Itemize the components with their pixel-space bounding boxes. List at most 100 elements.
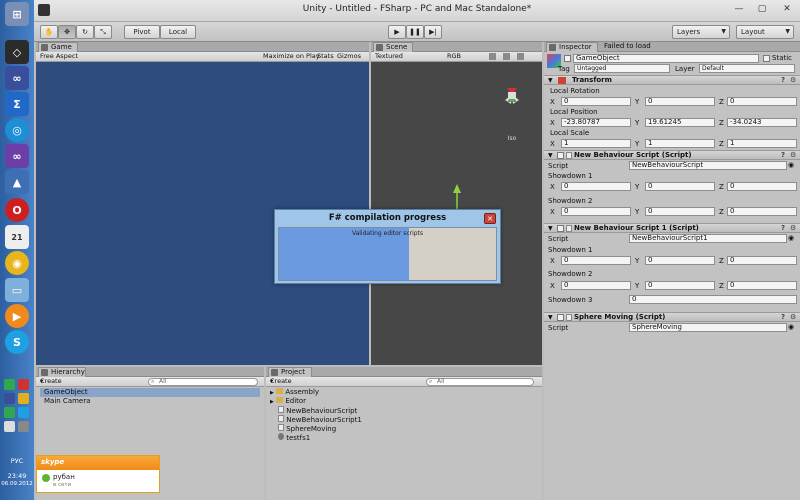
comp1-showdown2-y-field[interactable]: 0 xyxy=(645,207,715,216)
list-item[interactable]: NewBehaviourScript1 xyxy=(270,415,362,424)
visual-studio-icon[interactable]: ∞ xyxy=(5,144,29,168)
close-window-icon[interactable]: ✕ xyxy=(776,2,798,17)
rotation-x-field[interactable]: 0 xyxy=(561,97,631,106)
list-item[interactable]: GameObject xyxy=(40,388,260,397)
aspect-dropdown[interactable]: Free Aspect xyxy=(40,52,78,61)
tab-game[interactable]: Game xyxy=(38,42,78,52)
scale-tool-button[interactable]: ⤡ xyxy=(94,25,112,39)
foldout-arrow-icon[interactable]: ▶ xyxy=(270,390,274,396)
infinity-app-icon[interactable]: ∞ xyxy=(5,66,29,90)
static-checkbox[interactable] xyxy=(763,55,770,62)
help-icon[interactable]: ? xyxy=(781,77,788,84)
active-checkbox[interactable] xyxy=(564,55,571,62)
gizmos-dropdown[interactable]: Gizmos xyxy=(337,52,361,61)
pivot-toggle-button[interactable]: Pivot xyxy=(124,25,160,39)
scene-fx-icon[interactable] xyxy=(517,53,524,60)
rotate-tool-button[interactable]: ↻ xyxy=(76,25,94,39)
foldout-arrow-icon[interactable]: ▼ xyxy=(548,224,553,233)
clock-time[interactable]: 23:49 xyxy=(0,472,34,480)
globe-app-icon[interactable]: ◎ xyxy=(5,118,29,142)
comp2-enabled-checkbox[interactable] xyxy=(557,225,564,232)
object-picker-icon[interactable]: ◉ xyxy=(788,234,794,242)
comp1-showdown1-y-field[interactable]: 0 xyxy=(645,182,715,191)
layers-dropdown[interactable]: Layers ▼ xyxy=(672,25,730,39)
media-player-icon[interactable]: ▶ xyxy=(5,304,29,328)
position-x-field[interactable]: -23.80787 xyxy=(561,118,631,127)
comp2-showdown1-z-field[interactable]: 0 xyxy=(727,256,797,265)
skype-app-icon[interactable]: S xyxy=(5,330,29,354)
stats-toggle[interactable]: Stats xyxy=(317,52,334,61)
pause-button[interactable]: ❚❚ xyxy=(406,25,424,39)
project-search-input[interactable]: ⌕ All xyxy=(426,378,534,386)
rocket-app-icon[interactable]: ▲ xyxy=(5,170,29,194)
tray-shield-icon[interactable] xyxy=(18,393,29,404)
local-toggle-button[interactable]: Local xyxy=(160,25,196,39)
gear-icon[interactable]: ⚙ xyxy=(790,152,797,159)
foldout-arrow-icon[interactable]: ▼ xyxy=(548,313,553,322)
tray-infinity-icon[interactable] xyxy=(4,393,15,404)
foldout-arrow-icon[interactable]: ▼ xyxy=(548,151,553,160)
comp1-enabled-checkbox[interactable] xyxy=(557,152,564,159)
object-picker-icon[interactable]: ◉ xyxy=(788,161,794,169)
comp1-header[interactable]: ▼ New Behaviour Script (Script) ? ⚙ xyxy=(544,150,800,160)
scale-x-field[interactable]: 1 xyxy=(561,139,631,148)
start-orb-icon[interactable]: ⊞ xyxy=(5,2,29,26)
tray-volume-icon[interactable] xyxy=(4,421,15,432)
tab-inspector[interactable]: Inspector xyxy=(546,42,598,52)
tray-network-icon[interactable] xyxy=(4,379,15,390)
comp1-showdown2-x-field[interactable]: 0 xyxy=(561,207,631,216)
input-language[interactable]: РУС xyxy=(0,457,34,465)
layout-dropdown[interactable]: Layout ▼ xyxy=(736,25,794,39)
comp2-showdown3-field[interactable]: 0 xyxy=(629,295,797,304)
tab-hierarchy[interactable]: Hierarchy xyxy=(38,367,86,377)
tab-project[interactable]: Project xyxy=(268,367,312,377)
gear-icon[interactable]: ⚙ xyxy=(790,225,797,232)
comp1-showdown2-z-field[interactable]: 0 xyxy=(727,207,797,216)
list-item[interactable]: SphereMoving xyxy=(270,424,336,433)
foldout-arrow-icon[interactable]: ▶ xyxy=(270,399,274,405)
minimize-icon[interactable]: — xyxy=(728,2,750,17)
gear-icon[interactable]: ⚙ xyxy=(790,314,797,321)
list-item[interactable]: ▶ Assembly xyxy=(270,388,319,397)
comp2-showdown2-x-field[interactable]: 0 xyxy=(561,281,631,290)
help-icon[interactable]: ? xyxy=(781,152,788,159)
tab-scene[interactable]: Scene xyxy=(373,42,413,52)
tray-update-icon[interactable] xyxy=(4,407,15,418)
comp2-showdown1-y-field[interactable]: 0 xyxy=(645,256,715,265)
comp2-showdown1-x-field[interactable]: 0 xyxy=(561,256,631,265)
comp3-script-field[interactable]: SphereMoving xyxy=(629,323,787,332)
foldout-arrow-icon[interactable]: ▼ xyxy=(548,76,553,85)
chrome-icon[interactable]: ◉ xyxy=(5,251,29,275)
transform-header[interactable]: ▼ Transform ? ⚙ xyxy=(544,75,800,85)
comp2-showdown2-z-field[interactable]: 0 xyxy=(727,281,797,290)
list-item[interactable]: Main Camera xyxy=(40,397,90,406)
sigma-app-icon[interactable]: Σ xyxy=(5,92,29,116)
comp1-showdown1-x-field[interactable]: 0 xyxy=(561,182,631,191)
comp2-showdown2-y-field[interactable]: 0 xyxy=(645,281,715,290)
comp2-script-field[interactable]: NewBehaviourScript1 xyxy=(629,234,787,243)
tray-skype-icon[interactable] xyxy=(18,407,29,418)
unity-app-icon[interactable]: ◇ xyxy=(5,40,29,64)
hierarchy-create-dropdown[interactable]: Create ▾ xyxy=(40,377,62,386)
scene-audio-icon[interactable] xyxy=(503,53,510,60)
orientation-gizmo[interactable] xyxy=(505,88,519,104)
opera-icon[interactable]: O xyxy=(5,198,29,222)
help-icon[interactable]: ? xyxy=(781,314,788,321)
project-create-dropdown[interactable]: Create ▾ xyxy=(270,377,292,386)
play-button[interactable]: ▶ xyxy=(388,25,406,39)
hierarchy-search-input[interactable]: ⌕ All xyxy=(148,378,258,386)
list-item[interactable]: ▶ Editor xyxy=(270,397,306,406)
close-icon[interactable]: ✕ xyxy=(484,213,496,224)
gizmo-center-cube[interactable] xyxy=(508,92,516,99)
rotation-y-field[interactable]: 0 xyxy=(645,97,715,106)
notepad-app-icon[interactable]: ▭ xyxy=(5,278,29,302)
scale-y-field[interactable]: 1 xyxy=(645,139,715,148)
list-item[interactable]: NewBehaviourScript xyxy=(270,406,357,415)
comp3-header[interactable]: ▼ Sphere Moving (Script) ? ⚙ xyxy=(544,312,800,322)
comp1-script-field[interactable]: NewBehaviourScript xyxy=(629,161,787,170)
hand-tool-button[interactable]: ✋ xyxy=(40,25,58,39)
maximize-icon[interactable]: ▢ xyxy=(751,2,773,17)
move-tool-button[interactable]: ✥ xyxy=(58,25,76,39)
tray-signal-icon[interactable] xyxy=(18,421,29,432)
object-picker-icon[interactable]: ◉ xyxy=(788,323,794,331)
